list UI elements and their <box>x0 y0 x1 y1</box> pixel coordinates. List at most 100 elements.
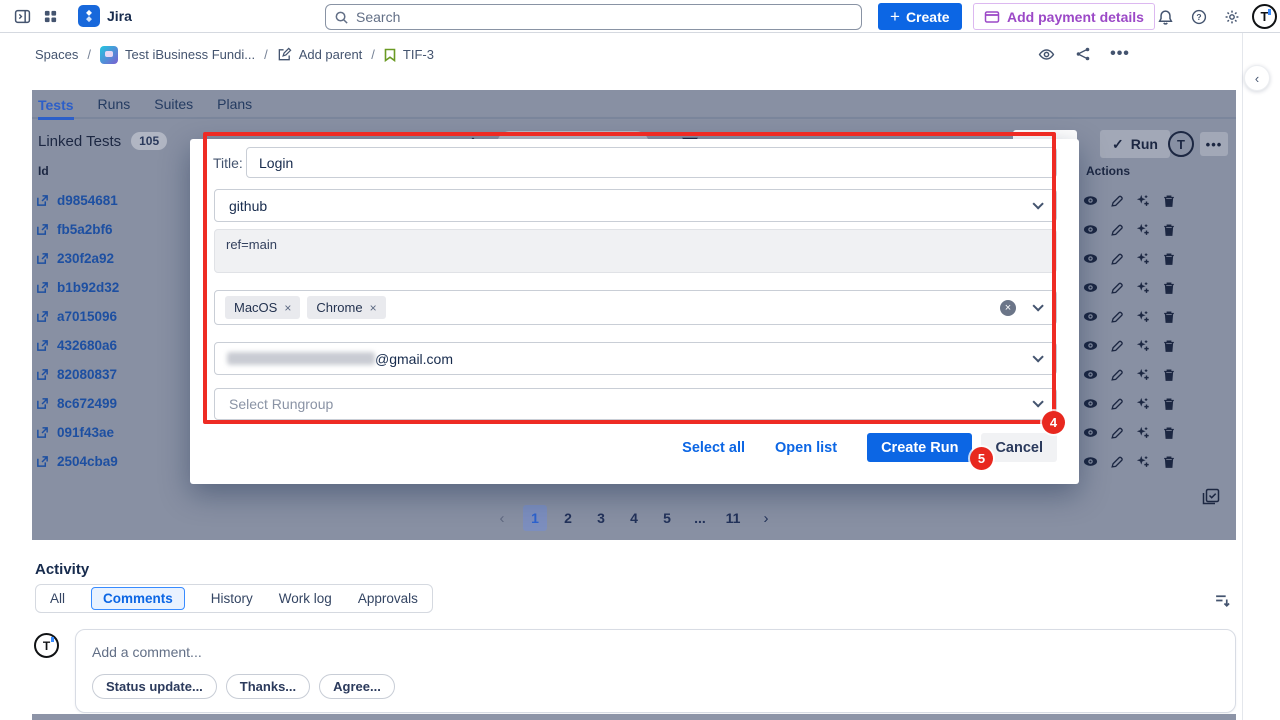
edit-pencil-icon[interactable] <box>1109 454 1124 469</box>
panel-more-button[interactable]: ••• <box>1200 132 1228 156</box>
test-link[interactable]: a7015096 <box>36 302 119 331</box>
tab-all[interactable]: All <box>50 591 65 606</box>
comment-box[interactable]: Add a comment... Status update... Thanks… <box>75 629 1236 713</box>
edit-pencil-icon[interactable] <box>1109 338 1124 353</box>
test-link[interactable]: 432680a6 <box>36 331 119 360</box>
ai-sparkles-icon[interactable] <box>1135 251 1150 266</box>
test-link[interactable]: 230f2a92 <box>36 244 119 273</box>
tab-history[interactable]: History <box>211 591 253 606</box>
quick-reply-status-update[interactable]: Status update... <box>92 674 217 699</box>
collapse-panel-button[interactable]: ‹ <box>1244 65 1270 91</box>
testomatio-logo-icon[interactable]: T <box>1168 131 1194 157</box>
ai-sparkles-icon[interactable] <box>1135 222 1150 237</box>
view-eye-icon[interactable] <box>1083 338 1098 353</box>
sidebar-toggle-icon[interactable] <box>8 3 36 29</box>
share-icon[interactable] <box>1069 40 1097 68</box>
delete-trash-icon[interactable] <box>1161 251 1176 266</box>
delete-trash-icon[interactable] <box>1161 309 1176 324</box>
test-link[interactable]: fb5a2bf6 <box>36 215 119 244</box>
environment-multiselect[interactable]: MacOS × Chrome × × <box>214 290 1057 325</box>
edit-pencil-icon[interactable] <box>1109 396 1124 411</box>
edit-pencil-icon[interactable] <box>1109 193 1124 208</box>
more-options-icon[interactable]: ••• <box>1106 40 1134 68</box>
test-link[interactable]: 091f43ae <box>36 418 119 447</box>
rungroup-select[interactable]: Select Rungroup <box>214 388 1057 420</box>
create-run-button[interactable]: Create Run <box>867 433 972 462</box>
page-prev-button[interactable]: ‹ <box>490 505 514 531</box>
edit-pencil-icon[interactable] <box>1109 425 1124 440</box>
assignee-select[interactable]: @gmail.com <box>214 342 1057 375</box>
create-button[interactable]: + Create <box>878 3 962 30</box>
view-eye-icon[interactable] <box>1083 454 1098 469</box>
ai-sparkles-icon[interactable] <box>1135 338 1150 353</box>
page-button-1[interactable]: 1 <box>523 505 547 531</box>
view-eye-icon[interactable] <box>1083 222 1098 237</box>
tab-runs[interactable]: Runs <box>98 92 131 116</box>
delete-trash-icon[interactable] <box>1161 280 1176 295</box>
test-link[interactable]: 8c672499 <box>36 389 119 418</box>
add-payment-details-button[interactable]: Add payment details <box>973 3 1155 30</box>
jira-logo-icon[interactable] <box>78 5 100 27</box>
title-input[interactable]: Login <box>246 147 1057 178</box>
breadcrumb-issue-key[interactable]: TIF-3 <box>384 47 434 62</box>
delete-trash-icon[interactable] <box>1161 338 1176 353</box>
page-button-5[interactable]: 5 <box>655 505 679 531</box>
sort-icon[interactable] <box>1214 592 1231 609</box>
settings-gear-icon[interactable] <box>1218 4 1246 30</box>
tab-plans[interactable]: Plans <box>217 92 252 116</box>
edit-pencil-icon[interactable] <box>1109 367 1124 382</box>
open-list-link[interactable]: Open list <box>775 440 837 456</box>
delete-trash-icon[interactable] <box>1161 454 1176 469</box>
app-switcher-icon[interactable] <box>36 3 64 29</box>
page-button-11[interactable]: 11 <box>721 505 745 531</box>
delete-trash-icon[interactable] <box>1161 222 1176 237</box>
ai-sparkles-icon[interactable] <box>1135 454 1150 469</box>
test-link[interactable]: 82080837 <box>36 360 119 389</box>
breadcrumb-add-parent[interactable]: Add parent <box>277 47 363 62</box>
test-link[interactable]: b1b92d32 <box>36 273 119 302</box>
view-eye-icon[interactable] <box>1083 280 1098 295</box>
tab-comments[interactable]: Comments <box>91 587 185 610</box>
notifications-icon[interactable] <box>1151 4 1179 30</box>
ref-textarea[interactable]: ref=main <box>214 229 1057 273</box>
view-eye-icon[interactable] <box>1083 309 1098 324</box>
clear-all-icon[interactable]: × <box>1000 300 1016 316</box>
page-button-4[interactable]: 4 <box>622 505 646 531</box>
edit-pencil-icon[interactable] <box>1109 222 1124 237</box>
breadcrumb-spaces[interactable]: Spaces <box>35 47 78 62</box>
breadcrumb-space-link[interactable]: Test iBusiness Fundi... <box>100 46 255 64</box>
delete-trash-icon[interactable] <box>1161 396 1176 411</box>
tab-work-log[interactable]: Work log <box>279 591 332 606</box>
edit-pencil-icon[interactable] <box>1109 251 1124 266</box>
tab-suites[interactable]: Suites <box>154 92 193 116</box>
edit-pencil-icon[interactable] <box>1109 280 1124 295</box>
view-eye-icon[interactable] <box>1083 425 1098 440</box>
page-button-2[interactable]: 2 <box>556 505 580 531</box>
help-icon[interactable] <box>1185 4 1213 30</box>
view-eye-icon[interactable] <box>1083 193 1098 208</box>
ai-sparkles-icon[interactable] <box>1135 193 1150 208</box>
view-eye-icon[interactable] <box>1083 396 1098 411</box>
page-next-button[interactable]: › <box>754 505 778 531</box>
user-avatar[interactable]: T <box>1252 4 1277 29</box>
tag-remove-icon[interactable]: × <box>370 301 377 315</box>
edit-pencil-icon[interactable] <box>1109 309 1124 324</box>
tag-remove-icon[interactable]: × <box>284 301 291 315</box>
search-input[interactable]: Search <box>325 4 862 30</box>
delete-trash-icon[interactable] <box>1161 367 1176 382</box>
quick-reply-thanks[interactable]: Thanks... <box>226 674 310 699</box>
quick-reply-agree[interactable]: Agree... <box>319 674 395 699</box>
view-eye-icon[interactable] <box>1083 367 1098 382</box>
watch-eye-icon[interactable] <box>1032 40 1060 68</box>
project-select[interactable]: github <box>214 189 1057 222</box>
delete-trash-icon[interactable] <box>1161 425 1176 440</box>
run-button[interactable]: ✓ Run <box>1100 130 1170 158</box>
ai-sparkles-icon[interactable] <box>1135 425 1150 440</box>
tab-approvals[interactable]: Approvals <box>358 591 418 606</box>
ai-sparkles-icon[interactable] <box>1135 309 1150 324</box>
ai-sparkles-icon[interactable] <box>1135 280 1150 295</box>
page-button-3[interactable]: 3 <box>589 505 613 531</box>
ai-sparkles-icon[interactable] <box>1135 367 1150 382</box>
tab-tests[interactable]: Tests <box>38 93 74 120</box>
select-all-link[interactable]: Select all <box>682 440 745 456</box>
